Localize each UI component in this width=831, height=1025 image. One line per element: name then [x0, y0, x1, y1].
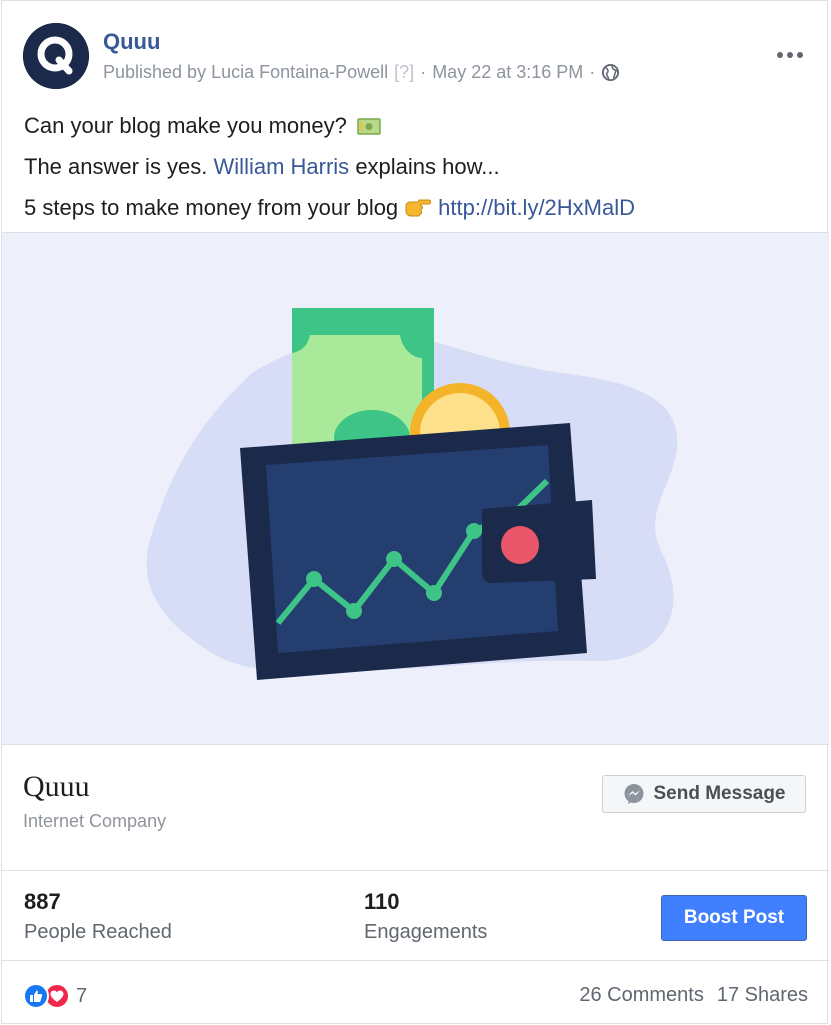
wallet — [240, 423, 596, 680]
like-reaction-icon — [23, 983, 49, 1009]
boost-post-label: Boost Post — [683, 907, 785, 928]
post-card: Quuu Published by Lucia Fontaina-Powell … — [1, 0, 829, 1025]
money-emoji-icon — [357, 118, 381, 135]
post-text-line-3: 5 steps to make money from your blog htt… — [24, 187, 635, 228]
engagements-label: Engagements — [364, 921, 488, 943]
answer-text: The answer is yes. — [24, 154, 208, 179]
steps-text: 5 steps to make money from your blog — [24, 195, 399, 220]
people-reached-label: People Reached — [24, 921, 172, 943]
post-meta: Published by Lucia Fontaina-Powell [?] ·… — [103, 62, 620, 83]
cta-page-category: Internet Company — [23, 811, 167, 831]
page-cta-section: Quuu Internet Company Send Message — [2, 745, 829, 871]
published-by-text[interactable]: Published by Lucia Fontaina-Powell — [103, 62, 388, 83]
page-avatar[interactable] — [23, 23, 89, 89]
insights-section: 887 People Reached 110 Engagements Boost… — [2, 871, 829, 961]
post-text: Can your blog make you money? The answer… — [24, 105, 635, 228]
explains-text: explains how... — [355, 154, 500, 179]
mention-link[interactable]: William Harris — [214, 154, 350, 179]
globe-icon[interactable] — [601, 63, 620, 82]
send-message-button[interactable]: Send Message — [602, 775, 806, 813]
post-footer: 7 26 Comments 17 Shares — [2, 961, 829, 1025]
post-header: Quuu Published by Lucia Fontaina-Powell … — [23, 23, 827, 93]
wallet-illustration — [146, 308, 678, 680]
post-url-link[interactable]: http://bit.ly/2HxMalD — [438, 195, 635, 220]
post-text-line-2: The answer is yes. William Harris explai… — [24, 146, 635, 187]
messenger-icon — [624, 784, 643, 804]
more-dot — [797, 52, 803, 58]
engagement-counts: 26 Comments 17 Shares — [579, 984, 808, 1007]
post-timestamp[interactable]: May 22 at 3:16 PM — [432, 62, 583, 83]
post-text-line-1: Can your blog make you money? — [24, 105, 635, 146]
shares-count-link[interactable]: 17 Shares — [717, 984, 808, 1007]
post-question: Can your blog make you money? — [24, 113, 347, 138]
cta-page-name[interactable]: Quuu — [23, 770, 90, 804]
more-dot — [777, 52, 783, 58]
reactions-summary[interactable]: 7 — [23, 983, 87, 1009]
people-reached-value: 887 — [24, 889, 61, 914]
meta-separator-2: · — [589, 62, 596, 82]
more-options-icon[interactable] — [777, 49, 807, 61]
heart-glyph — [50, 990, 64, 1002]
pointing-hand-emoji-icon — [405, 199, 432, 217]
comments-count-link[interactable]: 26 Comments — [579, 984, 704, 1007]
meta-separator: · — [420, 62, 427, 82]
link-preview-image[interactable] — [2, 232, 829, 745]
help-marker[interactable]: [?] — [394, 62, 414, 83]
reaction-count: 7 — [76, 984, 88, 1007]
engagements-value: 110 — [364, 889, 400, 914]
boost-post-button[interactable]: Boost Post — [661, 895, 807, 941]
send-message-label: Send Message — [653, 783, 786, 804]
thumbs-up-glyph — [30, 990, 43, 1002]
page-name-link[interactable]: Quuu — [103, 29, 160, 55]
quuu-logo-icon — [23, 23, 89, 89]
more-dot — [787, 52, 793, 58]
